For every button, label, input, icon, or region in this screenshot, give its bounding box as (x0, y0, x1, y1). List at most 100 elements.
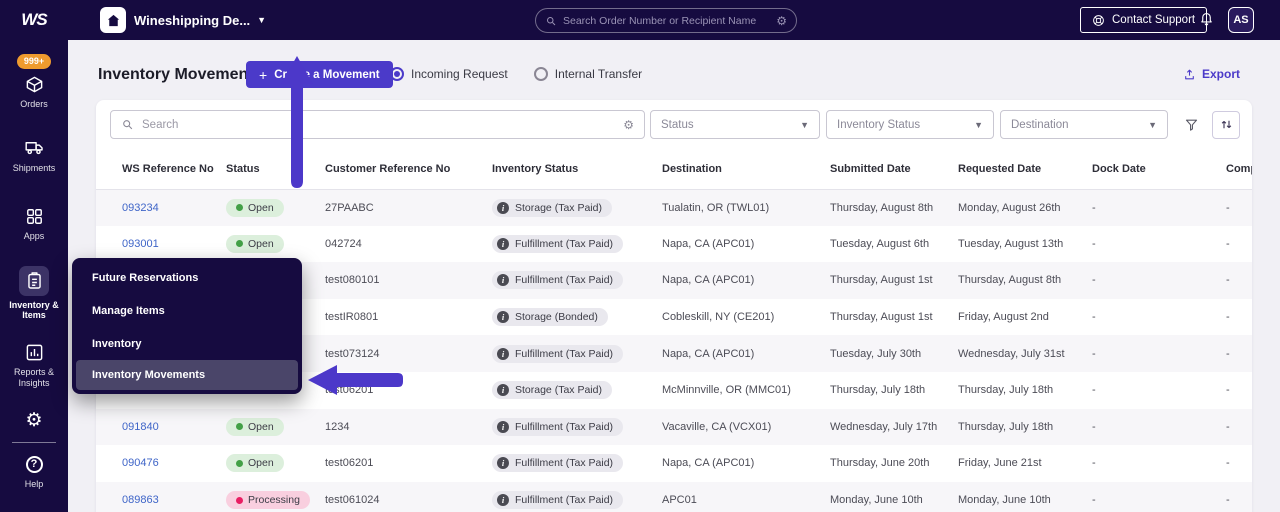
menu-item-inventory-movements[interactable]: Inventory Movements (76, 360, 298, 390)
main-area: Wineshipping De... ▼ ⚙ Contact Support A… (68, 0, 1280, 512)
table-cell: Wednesday, July 17th (830, 420, 938, 433)
table-cell: Thursday, July 18th (958, 420, 1054, 433)
table-cell: i Storage (Tax Paid) (492, 189, 662, 226)
table-cell: Thursday, July 18th (830, 384, 926, 397)
ws-reference-link[interactable]: 090476 (122, 457, 159, 469)
column-header-destination[interactable]: Destination (662, 149, 830, 190)
table-cell: APC01 (662, 494, 697, 507)
contact-support-button[interactable]: Contact Support (1080, 7, 1208, 33)
table-cell: - (1226, 384, 1230, 397)
table-row[interactable]: 090476 Open test06201 i Fulfillment (Tax Pai… (96, 445, 1252, 482)
sidebar-item-apps[interactable]: Apps (1, 205, 67, 242)
chart-icon (23, 341, 45, 363)
sidebar-item-orders[interactable]: Orders (1, 73, 67, 110)
table-cell: i Fulfillment (Tax Paid) (492, 335, 662, 372)
column-header-status[interactable]: Status (226, 149, 325, 190)
table-row[interactable]: 089863 Processing test061024 i Fulfillment (… (96, 481, 1252, 512)
package-icon (23, 73, 45, 95)
table-cell: i Fulfillment (Tax Paid) (492, 445, 662, 482)
table-cell: Thursday, August 1st (830, 311, 933, 324)
status-filter-label: Status (661, 118, 694, 131)
sidebar-item-help[interactable]: ? Help (1, 453, 67, 490)
inventory-status-badge: i Storage (Tax Paid) (492, 381, 612, 400)
table-cell: McMinnville, OR (MMC01) (662, 384, 791, 397)
table-cell: Monday, June 10th (830, 494, 923, 507)
table-cell: testIR0801 (325, 311, 379, 324)
table-cell: Thursday, August 1st (830, 274, 933, 287)
table-cell: i Fulfillment (Tax Paid) (492, 482, 662, 512)
table-row[interactable]: 091840 Open 1234 i Fulfillment (Tax Paid) Vac… (96, 408, 1252, 446)
radio-internal-transfer[interactable]: Internal Transfer (533, 67, 642, 81)
table-cell: Open (226, 226, 325, 263)
column-header-completed[interactable]: Comp (1226, 149, 1252, 190)
status-filter-dropdown[interactable]: Status ▼ (650, 110, 820, 139)
table-cell: i Fulfillment (Tax Paid) (492, 409, 662, 446)
column-header-submitted-date[interactable]: Submitted Date (830, 149, 958, 190)
sort-button[interactable] (1212, 110, 1240, 139)
table-cell: - (1226, 237, 1230, 250)
table-search-input[interactable] (142, 118, 616, 131)
column-header-ws-reference[interactable]: WS Reference No (96, 149, 226, 190)
column-header-inventory-status[interactable]: Inventory Status (492, 149, 662, 190)
ws-reference-link[interactable]: 089863 (122, 494, 159, 506)
table-cell: - (1092, 457, 1096, 470)
column-header-customer-reference[interactable]: Customer Reference No (325, 149, 492, 190)
filter-row: ⚙ Status ▼ Inventory Status ▼ Destinatio… (96, 100, 1252, 149)
info-icon: i (497, 237, 509, 250)
menu-item-manage-items[interactable]: Manage Items (72, 294, 302, 327)
sidebar-item-reports-insights[interactable]: Reports & Insights (1, 341, 67, 388)
sidebar-item-shipments[interactable]: Shipments (1, 137, 67, 174)
user-avatar[interactable]: AS (1228, 7, 1254, 33)
ws-reference-link[interactable]: 093234 (122, 202, 159, 214)
filter-funnel-button[interactable] (1178, 112, 1204, 138)
help-icon: ? (23, 453, 45, 475)
radio-incoming-request[interactable]: Incoming Request (390, 67, 508, 81)
inventory-status-badge: i Fulfillment (Tax Paid) (492, 491, 624, 510)
ws-reference-link[interactable]: 093001 (122, 238, 159, 250)
create-movement-button[interactable]: + Create a Movement (246, 61, 393, 88)
info-icon: i (497, 274, 509, 287)
inventory-status-filter-dropdown[interactable]: Inventory Status ▼ (826, 110, 994, 139)
chevron-down-icon: ▼ (800, 119, 809, 130)
table-cell: 042724 (325, 237, 362, 250)
column-header-requested-date[interactable]: Requested Date (958, 149, 1092, 190)
ws-reference-link[interactable]: 091840 (122, 421, 159, 433)
notifications-bell-icon[interactable] (1199, 11, 1214, 31)
table-row[interactable]: 093001 Open 042724 i Fulfillment (Tax Paid) N… (96, 226, 1252, 263)
table-cell: 27PAABC (325, 201, 374, 214)
sidebar-item-inventory-items[interactable]: Inventory & Items (1, 265, 67, 321)
table-cell: - (1092, 347, 1096, 360)
global-search-input[interactable] (563, 14, 771, 27)
table-cell: test073124 (325, 347, 380, 360)
chevron-down-icon: ▼ (1148, 119, 1157, 130)
home-store-icon[interactable] (100, 7, 126, 33)
menu-item-future-reservations[interactable]: Future Reservations (72, 261, 302, 294)
table-cell: i Fulfillment (Tax Paid) (492, 226, 662, 263)
inventory-status-badge: i Storage (Tax Paid) (492, 198, 612, 217)
account-switcher[interactable]: Wineshipping De... ▼ (134, 0, 266, 40)
sidebar-item-settings[interactable]: ⚙ (1, 409, 67, 431)
column-header-dock-date[interactable]: Dock Date (1092, 149, 1226, 190)
inventory-status-badge: i Storage (Bonded) (492, 308, 608, 327)
menu-item-inventory[interactable]: Inventory (72, 327, 302, 360)
export-label: Export (1201, 67, 1240, 81)
info-icon: i (497, 311, 509, 324)
orders-count-badge: 999+ (16, 54, 52, 69)
table-cell: Open (226, 445, 325, 482)
export-button[interactable]: Export (1183, 67, 1240, 81)
table-cell: Thursday, June 20th (830, 457, 930, 470)
table-cell: test06201 (325, 384, 374, 397)
info-icon: i (497, 457, 509, 470)
info-icon: i (497, 347, 509, 360)
table-cell: Cobleskill, NY (CE201) (662, 311, 775, 324)
search-settings-icon[interactable]: ⚙ (776, 15, 787, 27)
table-cell: Vacaville, CA (VCX01) (662, 420, 772, 433)
destination-filter-dropdown[interactable]: Destination ▼ (1000, 110, 1168, 139)
table-cell: Tuesday, August 13th (958, 237, 1064, 250)
table-cell: - (1226, 494, 1230, 507)
chevron-down-icon: ▼ (257, 15, 267, 25)
table-cell: - (1092, 274, 1096, 287)
table-row[interactable]: 093234 Open 27PAABC i Storage (Tax Paid) Tual… (96, 189, 1252, 226)
search-options-gear-icon[interactable]: ⚙ (623, 119, 634, 131)
table-cell: Friday, August 2nd (958, 311, 1049, 324)
